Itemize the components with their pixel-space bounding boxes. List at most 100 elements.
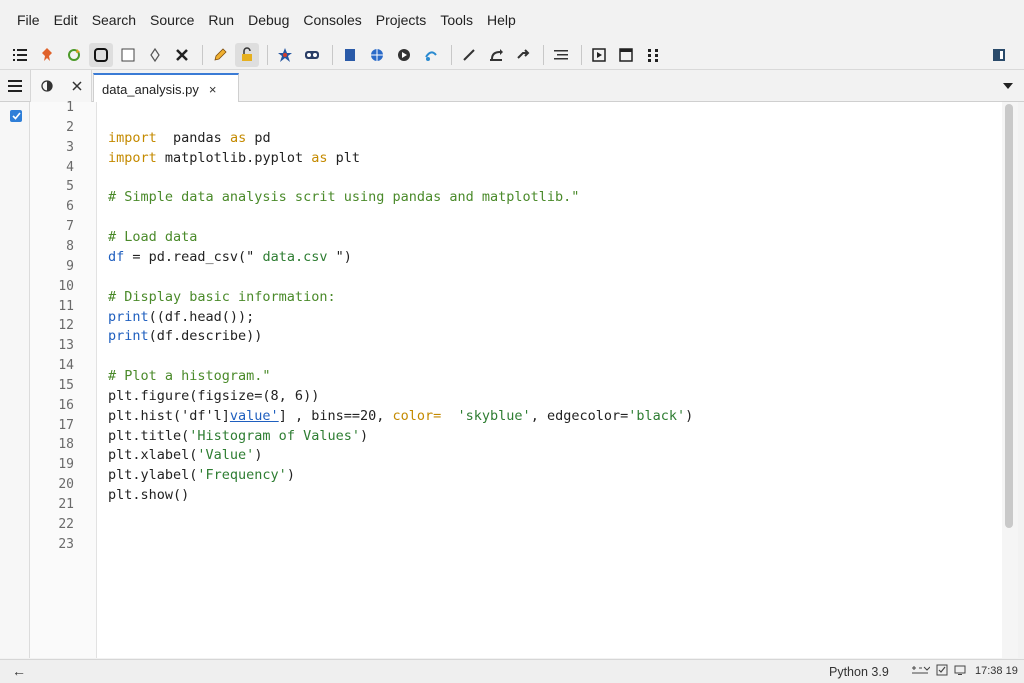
edit-icon[interactable] bbox=[208, 43, 232, 67]
line-number: 5 bbox=[66, 179, 74, 195]
save-icon[interactable] bbox=[89, 42, 113, 67]
line-number: 12 bbox=[58, 318, 74, 334]
line-number: 10 bbox=[58, 278, 74, 294]
code-token: plt bbox=[327, 149, 360, 166]
code-token: ") bbox=[335, 248, 352, 265]
line-number: 7 bbox=[66, 219, 74, 235]
toolbar-separator bbox=[332, 44, 333, 65]
code-token: ((df.head()); bbox=[148, 308, 255, 325]
menu-consoles[interactable]: Consoles bbox=[296, 0, 368, 40]
code-line[interactable]: # Load data bbox=[108, 229, 197, 245]
status-time: 17:38 19 bbox=[975, 665, 1018, 677]
toolbar-separator bbox=[543, 44, 544, 65]
line-number: 1 bbox=[66, 100, 74, 115]
pin-icon[interactable] bbox=[35, 43, 59, 67]
code-line[interactable]: df = pd.read_csv(" data.csv ") bbox=[108, 249, 352, 265]
code-token: ) bbox=[254, 447, 263, 464]
code-token: plt.title( bbox=[108, 427, 190, 444]
status-bar: ← Python 3.9 17:38 19 bbox=[0, 659, 1024, 683]
tab-close-icon[interactable]: × bbox=[209, 82, 217, 97]
globe-icon[interactable] bbox=[365, 43, 389, 67]
grid-icon[interactable] bbox=[641, 43, 665, 67]
code-line[interactable]: print(df.describe)) bbox=[108, 328, 262, 344]
back-arrow-icon[interactable]: ← bbox=[12, 663, 26, 679]
list-icon[interactable] bbox=[8, 43, 32, 67]
code-editor[interactable]: import pandas as pd import matplotlib.pyp… bbox=[97, 102, 1002, 658]
line-number: 23 bbox=[58, 536, 74, 552]
toolbar-separator bbox=[267, 44, 268, 65]
panel-icon[interactable] bbox=[987, 43, 1011, 67]
line-number: 18 bbox=[58, 437, 74, 453]
python-version[interactable]: Python 3.9 bbox=[829, 665, 889, 679]
close-all-icon[interactable] bbox=[71, 80, 83, 92]
menu-source[interactable]: Source bbox=[143, 0, 201, 40]
tab-data-analysis[interactable]: data_analysis.py × bbox=[93, 73, 239, 103]
code-line[interactable]: # Simple data analysis scrit using panda… bbox=[108, 189, 579, 205]
menu-projects[interactable]: Projects bbox=[369, 0, 434, 40]
keyboard-icon[interactable] bbox=[910, 664, 930, 676]
toolbar bbox=[0, 40, 1024, 70]
code-token: ) bbox=[359, 427, 369, 444]
hamburger-icon[interactable] bbox=[2, 74, 28, 98]
code-line[interactable]: plt.title('Histogram of Values') bbox=[108, 428, 368, 444]
line-number: 8 bbox=[66, 238, 74, 254]
pointer-icon[interactable] bbox=[143, 43, 167, 67]
chevron-down-icon[interactable] bbox=[1000, 78, 1016, 94]
check-box-icon[interactable] bbox=[936, 664, 948, 676]
toolbar-separator bbox=[202, 44, 203, 65]
menu-run[interactable]: Run bbox=[201, 0, 241, 40]
code-line[interactable]: # Plot a histogram." bbox=[108, 368, 271, 384]
menu-search[interactable]: Search bbox=[85, 0, 143, 40]
toolbar-separator bbox=[451, 44, 452, 65]
code-token: print bbox=[108, 328, 149, 345]
code-token: color= bbox=[392, 407, 442, 424]
indent-icon[interactable] bbox=[549, 43, 573, 67]
code-line[interactable]: plt.figure(figsize=(8, 6)) bbox=[108, 388, 319, 404]
star-icon[interactable] bbox=[273, 43, 297, 67]
code-line[interactable]: plt.show() bbox=[108, 487, 189, 503]
monitor-icon[interactable] bbox=[954, 664, 966, 676]
menu-debug[interactable]: Debug bbox=[241, 0, 296, 40]
code-token: print bbox=[108, 308, 149, 325]
refresh-icon[interactable] bbox=[62, 43, 86, 67]
code-line[interactable]: plt.xlabel('Value') bbox=[108, 447, 262, 463]
code-line[interactable]: plt.ylabel('Frequency') bbox=[108, 467, 295, 483]
maximize-icon[interactable] bbox=[587, 43, 611, 67]
code-token: ) bbox=[685, 407, 694, 424]
run-icon[interactable] bbox=[392, 43, 416, 67]
code-token: 'Histogram of Values' bbox=[189, 427, 360, 444]
checkbox-icon[interactable] bbox=[10, 110, 22, 122]
line-number: 14 bbox=[58, 358, 74, 374]
line-number: 22 bbox=[58, 516, 74, 532]
window-icon[interactable] bbox=[614, 43, 638, 67]
line-icon[interactable] bbox=[457, 43, 481, 67]
debug-icon[interactable] bbox=[170, 43, 194, 67]
code-token: plt.hist('df'l] bbox=[108, 407, 230, 424]
code-token: plt.xlabel( bbox=[108, 447, 198, 464]
scroll-thumb[interactable] bbox=[1005, 104, 1013, 528]
line-number: 6 bbox=[66, 199, 74, 215]
code-token: , edgecolor= bbox=[530, 407, 629, 424]
menu-file[interactable]: File bbox=[10, 0, 47, 40]
square-icon[interactable] bbox=[116, 43, 140, 67]
save-all-icon[interactable] bbox=[338, 43, 362, 67]
menu-tools[interactable]: Tools bbox=[433, 0, 480, 40]
unlock-icon[interactable] bbox=[235, 42, 259, 67]
menu-help[interactable]: Help bbox=[480, 0, 523, 40]
browse-tabs-icon[interactable] bbox=[40, 79, 54, 93]
menu-edit[interactable]: Edit bbox=[47, 0, 85, 40]
step-icon[interactable] bbox=[419, 43, 443, 67]
code-token: # Plot a histogram." bbox=[108, 368, 271, 385]
tab-label: data_analysis.py bbox=[102, 81, 199, 97]
bug-icon[interactable] bbox=[300, 43, 324, 67]
code-line[interactable]: import matplotlib.pyplot as plt bbox=[108, 150, 360, 166]
code-token: import bbox=[108, 129, 157, 146]
code-line[interactable]: # Display basic information: bbox=[108, 289, 336, 305]
line-number: 21 bbox=[58, 497, 74, 512]
code-line[interactable]: print((df.head()); bbox=[108, 309, 254, 325]
jump-icon[interactable] bbox=[511, 43, 535, 67]
code-line[interactable]: plt.hist('df'l]value'] , bins==20, color… bbox=[108, 408, 693, 424]
vertical-scrollbar[interactable] bbox=[1002, 102, 1018, 658]
code-line[interactable]: import pandas as pd bbox=[108, 130, 271, 146]
return-icon[interactable] bbox=[484, 43, 508, 67]
